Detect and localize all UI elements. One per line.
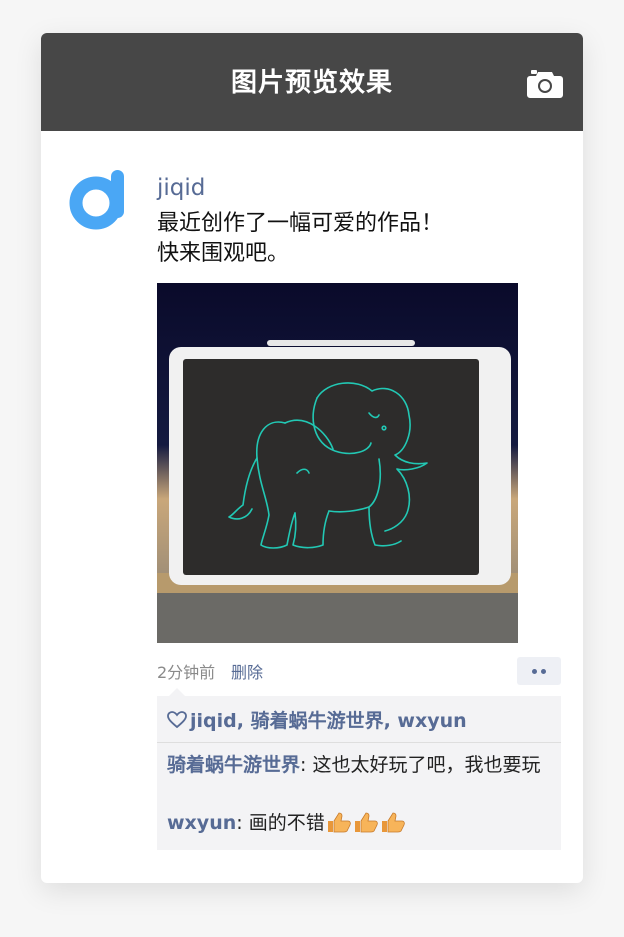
panel-arrow xyxy=(169,688,185,696)
avatar[interactable] xyxy=(69,168,131,230)
post-username[interactable]: jiqid xyxy=(157,175,205,201)
comment-user[interactable]: wxyun xyxy=(167,812,236,834)
comment-text: 画的不错 xyxy=(248,812,325,834)
likes-names[interactable]: jiqid, 骑着蜗牛游世界, wxyun xyxy=(190,710,467,732)
thumbs-up-icon xyxy=(381,812,405,833)
camera-icon[interactable] xyxy=(527,69,563,99)
post-image[interactable] xyxy=(157,283,518,643)
delete-link[interactable]: 删除 xyxy=(231,659,263,683)
post-text: 最近创作了一幅可爱的作品！ 快来围观吧。 xyxy=(157,211,444,266)
comment-item[interactable]: 骑着蜗牛游世界: 这也太好玩了吧，我也要玩 xyxy=(167,752,547,778)
heart-icon xyxy=(167,711,187,729)
comment-sep: : xyxy=(236,812,249,834)
top-bar: 图片预览效果 xyxy=(41,33,583,131)
more-dots-icon[interactable] xyxy=(517,657,561,685)
post-time: 2分钟前 xyxy=(157,663,216,682)
likes-row: jiqid, 骑着蜗牛游世界, wxyun xyxy=(167,706,467,733)
comment-user[interactable]: 骑着蜗牛游世界 xyxy=(167,754,300,776)
thumbs-up-icon xyxy=(354,812,378,833)
thumbs-up-icon xyxy=(327,812,351,833)
page-title: 图片预览效果 xyxy=(230,68,393,98)
comment-item[interactable]: wxyun: 画的不错 xyxy=(167,810,547,840)
moments-card: 图片预览效果 jiqid 最近创作了一幅可爱的作品！ 快来围观吧。 2分钟前 删… xyxy=(41,33,583,883)
drawing-board-photo xyxy=(157,283,518,643)
comment-text: 这也太好玩了吧，我也要玩 xyxy=(312,754,541,776)
interaction-panel: jiqid, 骑着蜗牛游世界, wxyun 骑着蜗牛游世界: 这也太好玩了吧，我… xyxy=(157,688,561,850)
comment-sep: : xyxy=(300,754,313,776)
divider xyxy=(157,742,561,743)
